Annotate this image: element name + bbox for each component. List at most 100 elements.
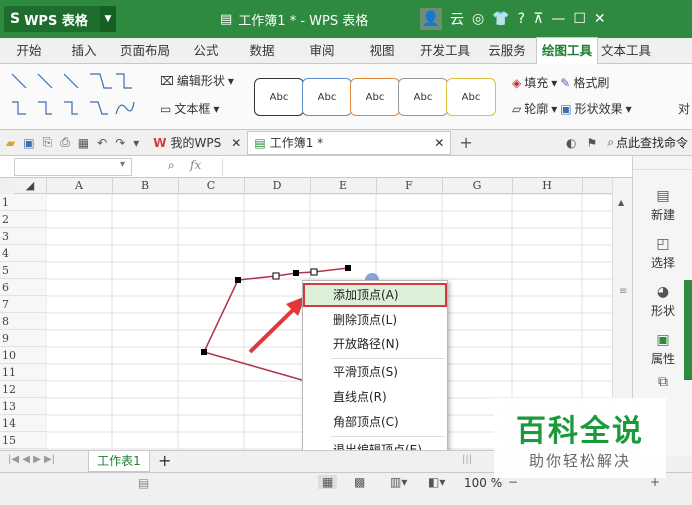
row-header[interactable]: 4 [0,245,46,262]
reading-view-icon[interactable]: ◧▾ [428,475,445,489]
scroll-up-icon[interactable]: ▲ [618,198,624,207]
shape-style-2[interactable]: Abc [302,78,352,116]
menu-item-open-path[interactable]: 开放路径(N) [303,332,447,356]
layout-view-icon[interactable]: ▥▾ [390,475,407,489]
row-header[interactable]: 15 [0,432,46,449]
shape-style-4[interactable]: Abc [398,78,448,116]
shirt-icon[interactable]: 👕 [492,11,509,27]
edit-shape-button[interactable]: ⌧ 编辑形状 ▾ [160,72,234,89]
row-header[interactable]: 6 [0,279,46,296]
column-header[interactable]: G [442,178,513,194]
row-header[interactable]: 11 [0,364,46,381]
minimize-icon[interactable]: — [551,11,565,27]
help-icon[interactable]: ? [518,11,525,27]
macro-icon[interactable]: ▤ [138,476,149,490]
formula-input[interactable] [222,158,628,176]
cloud-label[interactable]: 云 [450,9,464,29]
row-header[interactable]: 10 [0,347,46,364]
line-shapes-gallery[interactable] [8,70,138,124]
side-item-new[interactable]: ▤ 新建 [633,188,692,223]
new-tab-icon[interactable]: + [459,133,472,152]
column-header[interactable]: F [376,178,443,194]
undo-icon[interactable]: ↶ [97,136,107,150]
text-box-button[interactable]: ▭ 文本框 ▾ [160,100,219,117]
row-header[interactable]: 2 [0,211,46,228]
menu-item-corner-vertex[interactable]: 角部顶点(C) [303,410,447,434]
column-header[interactable]: H [512,178,583,194]
app-menu-button[interactable]: S WPS 表格 ▼ [4,6,116,32]
row-header[interactable]: 8 [0,313,46,330]
scroll-thumb[interactable]: ≡ [619,286,627,297]
chevron-down-icon[interactable]: ▾ [120,159,125,170]
name-box[interactable] [14,158,132,176]
column-header[interactable]: B [112,178,179,194]
customize-icon[interactable]: ▾ [133,136,139,150]
sheet-tab-1[interactable]: 工作表1 [88,451,150,472]
shape-style-1[interactable]: Abc [254,78,304,116]
zoom-icon[interactable]: ⌕ [168,158,175,173]
tab-drawing-tools[interactable]: 绘图工具 [536,37,598,64]
close-icon[interactable]: ✕ [434,136,444,150]
shape-style-3[interactable]: Abc [350,78,400,116]
my-wps-tab[interactable]: W 我的WPS ✕ [147,132,247,154]
tab-cloud[interactable]: 云服务 [478,38,536,64]
close-icon[interactable]: ✕ [594,11,606,27]
side-panel-toggle[interactable] [684,280,692,380]
menu-item-add-vertex[interactable]: 添加顶点(A) [303,283,447,307]
add-sheet-button[interactable]: + [158,451,171,470]
menu-item-smooth-vertex[interactable]: 平滑顶点(S) [303,360,447,384]
sheet-nav-icons[interactable]: |◀ ◀ ▶ ▶| [8,454,55,465]
tab-page-layout[interactable]: 页面布局 [110,38,180,64]
shape-style-5[interactable]: Abc [446,78,496,116]
tab-insert[interactable]: 插入 [58,38,110,64]
outline-button[interactable]: ▱ 轮廓 ▾ ▣ 形状效果 ▾ [512,100,632,117]
tab-home[interactable]: 开始 [0,38,58,64]
side-item-label: 选择 [650,256,675,270]
normal-view-icon[interactable]: ▦ [318,475,338,489]
pin-icon[interactable]: ◐ [566,136,576,150]
row-header[interactable]: 13 [0,398,46,415]
column-header[interactable]: D [244,178,311,194]
row-header[interactable]: 5 [0,262,46,279]
tab-review[interactable]: 审阅 [292,38,352,64]
tab-formula[interactable]: 公式 [180,38,232,64]
open-folder-icon[interactable]: ▰ [6,136,15,150]
row-header[interactable]: 9 [0,330,46,347]
menu-separator [331,436,445,437]
sync-icon[interactable]: ◎ [472,11,484,27]
row-header[interactable]: 14 [0,415,46,432]
tab-view[interactable]: 视图 [352,38,412,64]
select-all-corner[interactable]: ◢ [14,178,47,194]
close-icon[interactable]: ✕ [231,136,241,150]
row-header[interactable]: 3 [0,228,46,245]
menu-item-straight-point[interactable]: 直线点(R) [303,385,447,409]
maximize-icon[interactable]: ☐ [573,11,586,27]
doc-tab-workbook1[interactable]: ▤ 工作簿1 * ✕ [247,130,452,155]
fill-button[interactable]: ◈ 填充 ▾ ✎ 格式刷 [512,74,609,91]
side-item-select[interactable]: ◰ 选择 [633,236,692,271]
restore-ribbon-icon[interactable]: ⊼ [533,11,543,27]
avatar[interactable]: 👤 [420,8,442,30]
horizontal-scroll-thumb[interactable]: ||| [462,454,472,465]
print-icon[interactable]: ⎙ [60,135,70,150]
column-header[interactable]: C [178,178,245,194]
tab-text-tools[interactable]: 文本工具 [598,38,654,64]
preview-icon[interactable]: ▦ [78,136,89,150]
row-header[interactable]: 1 [0,194,46,211]
column-header[interactable]: A [46,178,113,194]
flag-icon[interactable]: ⚑ [586,136,597,150]
save-icon[interactable]: ▣ [23,136,34,150]
fx-icon[interactable]: fx [190,158,201,172]
tab-developer[interactable]: 开发工具 [412,38,478,64]
menu-item-delete-vertex[interactable]: 删除顶点(L) [303,308,447,332]
chevron-down-icon[interactable]: ▼ [100,6,116,32]
tab-data[interactable]: 数据 [232,38,292,64]
column-header[interactable]: E [310,178,377,194]
search-command-input[interactable]: 点此查找命令 [616,134,688,151]
row-header[interactable]: 12 [0,381,46,398]
row-header[interactable]: 7 [0,296,46,313]
export-icon[interactable]: ⎘ [43,135,53,150]
redo-icon[interactable]: ↷ [115,136,125,150]
align-button[interactable]: 对 [678,100,690,117]
page-break-view-icon[interactable]: ▩ [354,475,365,489]
